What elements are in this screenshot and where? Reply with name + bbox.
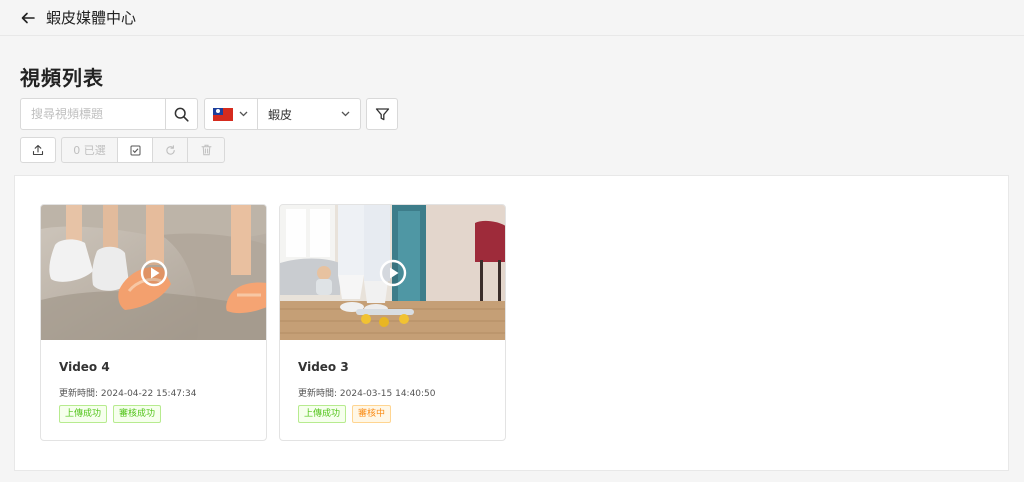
play-icon[interactable] (379, 259, 407, 287)
checkbox-icon (130, 145, 140, 155)
top-bar: 蝦皮媒體中心 (0, 0, 1024, 36)
search-button[interactable] (165, 99, 197, 129)
taiwan-flag-icon (213, 107, 233, 121)
video-card-body: Video 4 更新時間: 2024-04-22 15:47:34 上傳成功 審… (41, 340, 266, 440)
trash-icon (201, 144, 211, 156)
video-title: Video 3 (298, 360, 349, 374)
search-box (20, 98, 198, 130)
status-badge: 上傳成功 (59, 405, 108, 423)
shop-select[interactable]: 蝦皮 (257, 98, 361, 130)
play-icon[interactable] (140, 259, 168, 287)
app-title: 蝦皮媒體中心 (46, 9, 137, 27)
update-time-value: 2024-04-22 15:47:34 (100, 389, 197, 399)
filter-icon (375, 107, 389, 120)
video-thumbnail[interactable] (41, 205, 266, 340)
refresh-icon (165, 144, 175, 155)
status-tags: 上傳成功 審核中 (298, 405, 487, 423)
update-time-label: 更新時間: (59, 389, 99, 399)
refresh-button[interactable] (153, 138, 188, 162)
delete-button[interactable] (188, 138, 224, 162)
update-time: 更新時間: 2024-04-22 15:47:34 (59, 386, 248, 399)
update-time-label: 更新時間: (298, 389, 338, 399)
upload-button[interactable] (20, 137, 56, 163)
video-list-panel: Video 4 更新時間: 2024-04-22 15:47:34 上傳成功 審… (14, 175, 1009, 471)
select-all-button[interactable] (118, 138, 153, 162)
search-icon (174, 107, 189, 122)
video-card-body: Video 3 更新時間: 2024-03-15 14:40:50 上傳成功 審… (280, 340, 505, 440)
search-input[interactable] (21, 99, 165, 129)
shop-select-value: 蝦皮 (268, 107, 293, 122)
update-time: 更新時間: 2024-03-15 14:40:50 (298, 386, 487, 399)
batch-action-group: 0 已選 (61, 137, 225, 163)
region-select[interactable] (204, 98, 258, 130)
status-tags: 上傳成功 審核成功 (59, 405, 248, 423)
status-badge: 審核中 (352, 405, 392, 423)
chevron-down-icon (341, 111, 350, 117)
selected-count: 0 已選 (62, 138, 118, 162)
status-badge: 審核成功 (113, 405, 162, 423)
status-badge: 上傳成功 (298, 405, 347, 423)
video-thumbnail[interactable] (280, 205, 505, 340)
upload-icon (32, 144, 44, 156)
back-arrow-icon[interactable] (20, 10, 36, 26)
update-time-value: 2024-03-15 14:40:50 (339, 389, 436, 399)
video-card[interactable]: Video 4 更新時間: 2024-04-22 15:47:34 上傳成功 審… (40, 204, 267, 441)
video-card[interactable]: Video 3 更新時間: 2024-03-15 14:40:50 上傳成功 審… (279, 204, 506, 441)
chevron-down-icon (239, 111, 248, 117)
video-title: Video 4 (59, 360, 110, 374)
filter-button[interactable] (366, 98, 398, 130)
page-title: 視頻列表 (20, 66, 104, 90)
